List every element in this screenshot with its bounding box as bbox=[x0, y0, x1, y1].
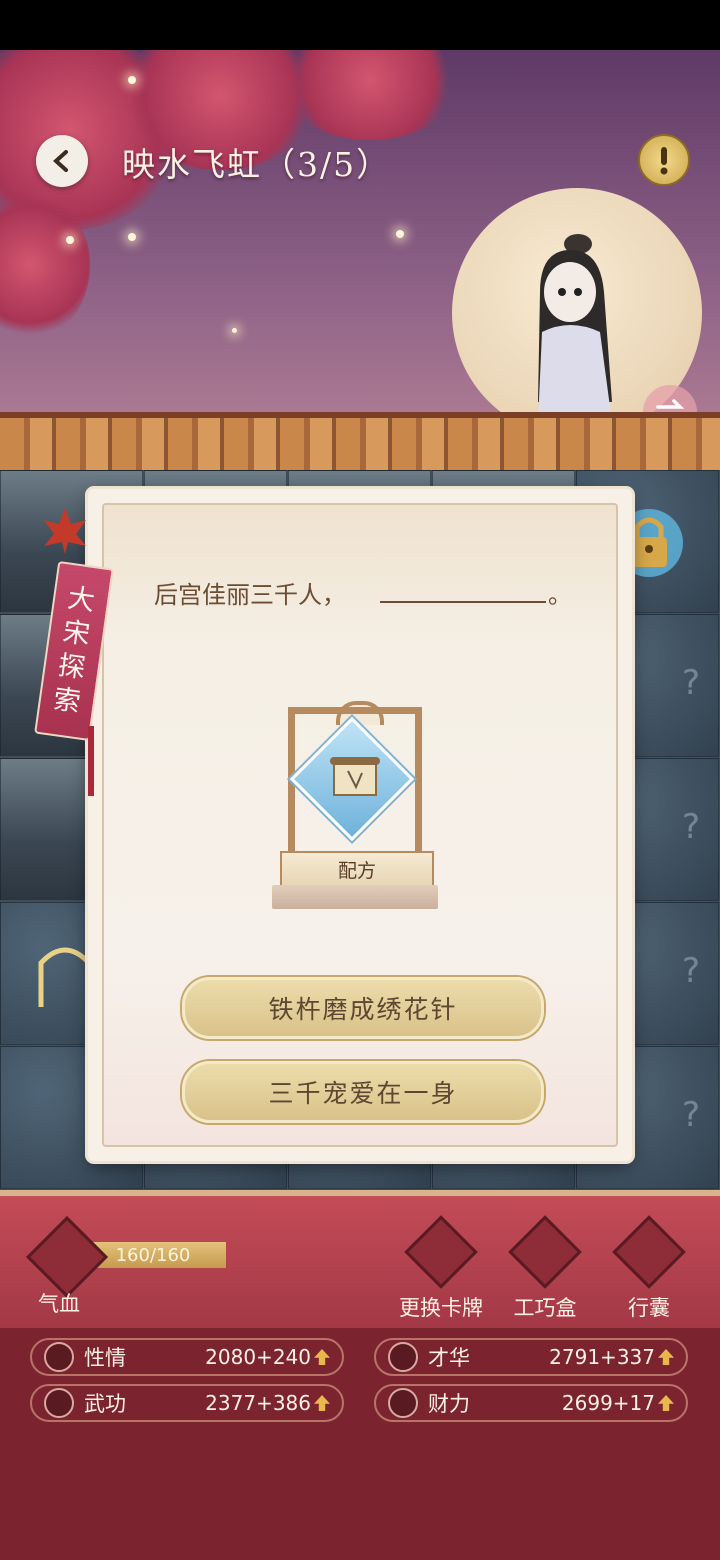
bag-label: 行囊 bbox=[628, 1296, 670, 1320]
player-bar: 160/160 气血 更换卡牌 工巧盒 行囊 bbox=[0, 1190, 720, 1328]
toolbox-button[interactable]: 工巧盒 bbox=[490, 1215, 600, 1322]
question-end: 。 bbox=[548, 581, 572, 609]
flower-icon bbox=[44, 1342, 74, 1372]
stat-value: 2699+17 bbox=[561, 1391, 655, 1415]
event-tag: 大 宋 探 索 bbox=[32, 508, 118, 796]
stat-value: 2377+386 bbox=[205, 1391, 311, 1415]
stat-temperament: 性情 2080+240 bbox=[30, 1338, 344, 1376]
arrow-up-icon bbox=[314, 1349, 330, 1365]
stat-talent: 才华 2791+337 bbox=[374, 1338, 688, 1376]
arrow-up-icon bbox=[658, 1395, 674, 1411]
stat-value: 2791+337 bbox=[549, 1345, 655, 1369]
tassel bbox=[88, 726, 94, 796]
change-cards-label: 更换卡牌 bbox=[399, 1296, 483, 1320]
arrow-up-icon bbox=[314, 1395, 330, 1411]
stat-name: 才华 bbox=[428, 1346, 470, 1370]
stat-value: 2080+240 bbox=[205, 1345, 311, 1369]
bag-button[interactable]: 行囊 bbox=[594, 1215, 704, 1322]
reward-label: 配方 bbox=[280, 851, 434, 887]
answer-option-1[interactable]: 铁杵磨成绣花针 bbox=[182, 977, 544, 1039]
cards-icon bbox=[404, 1215, 478, 1289]
exclamation-icon bbox=[660, 147, 668, 175]
event-tag-body: 大 宋 探 索 bbox=[34, 560, 114, 742]
info-button[interactable] bbox=[638, 134, 690, 186]
scissors-icon bbox=[508, 1215, 582, 1289]
stat-name: 性情 bbox=[84, 1346, 126, 1370]
reward-stand-base bbox=[272, 885, 438, 909]
event-tag-char: 探 bbox=[56, 650, 88, 685]
toolbox-label: 工巧盒 bbox=[513, 1296, 577, 1320]
change-cards-button[interactable]: 更换卡牌 bbox=[386, 1215, 496, 1322]
maple-leaf-icon bbox=[44, 508, 86, 554]
game-screen: 映水飞虹（3/5） ? ? ? ? 后宫佳丽三千人， 。 配方 铁杵磨成绣花针 … bbox=[0, 0, 720, 1560]
scroll-icon bbox=[330, 757, 380, 796]
fan-icon bbox=[388, 1342, 418, 1372]
hp-icon bbox=[25, 1215, 109, 1299]
stat-wealth: 财力 2699+17 bbox=[374, 1384, 688, 1422]
event-tag-char: 大 bbox=[65, 582, 97, 618]
back-button[interactable] bbox=[36, 135, 88, 187]
hp-label: 气血 bbox=[38, 1292, 80, 1316]
arrow-up-icon bbox=[658, 1349, 674, 1365]
event-tag-char: 宋 bbox=[60, 616, 92, 651]
answer-option-2[interactable]: 三千宠爱在一身 bbox=[182, 1061, 544, 1123]
stat-name: 财力 bbox=[428, 1392, 470, 1416]
answer-blank bbox=[380, 601, 546, 603]
stat-martial: 武功 2377+386 bbox=[30, 1384, 344, 1422]
event-tag-char: 索 bbox=[51, 683, 83, 719]
question-text: 后宫佳丽三千人， bbox=[154, 581, 346, 609]
gate-icon bbox=[38, 947, 92, 1007]
chevron-left-icon bbox=[53, 150, 68, 172]
coin-icon bbox=[388, 1388, 418, 1418]
bag-icon bbox=[612, 1215, 686, 1289]
quiz-dialog: 后宫佳丽三千人， 。 配方 铁杵磨成绣花针 三千宠爱在一身 bbox=[88, 489, 632, 1161]
status-bar bbox=[0, 0, 720, 50]
level-title: 映水飞虹（3/5） bbox=[122, 145, 392, 184]
bottom-panel: 160/160 气血 更换卡牌 工巧盒 行囊 性情 2080+240 才华 27… bbox=[0, 1190, 720, 1560]
sword-icon bbox=[44, 1388, 74, 1418]
stat-name: 武功 bbox=[84, 1392, 126, 1416]
